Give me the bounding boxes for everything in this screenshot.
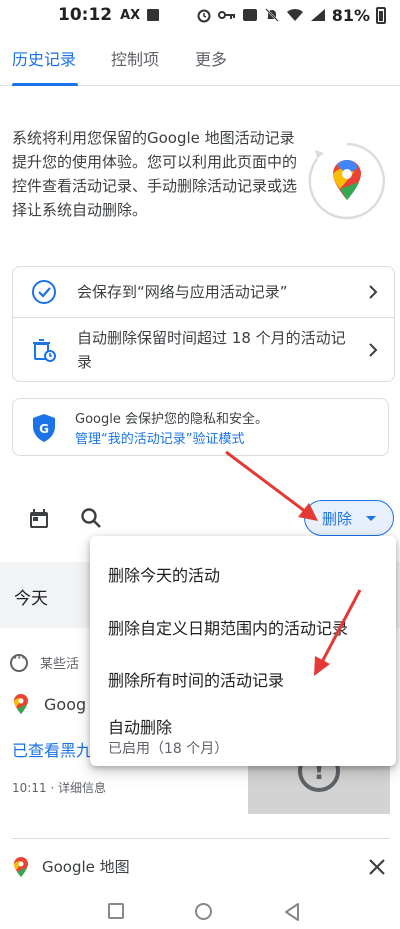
privacy-text: Google 会保护您的隐私和安全。 [75, 412, 268, 427]
volte-icon [242, 9, 257, 21]
today-label: 今天 [14, 589, 48, 609]
status-time: 10:12 [58, 5, 113, 25]
auto-delete-row[interactable]: 自动删除保留时间超过 18 个月的活动记录 [13, 318, 394, 382]
activity-group-header: 某些活 [10, 651, 80, 672]
web-app-activity-label: 会保存到“网络与应用活动记录” [77, 283, 288, 301]
delete-today-item[interactable]: 删除今天的活动 [108, 562, 220, 586]
activity-group-label: 某些活 [40, 657, 80, 672]
mute-icon [264, 8, 279, 22]
maps-activity-row: Google 地图 [14, 856, 130, 877]
delete-dropdown-button[interactable]: 删除 [304, 500, 394, 536]
auto-delete-icon [33, 339, 56, 362]
battery-icon [376, 6, 386, 24]
maps-pin-icon [14, 694, 28, 714]
svg-text:G: G [39, 422, 49, 436]
annotation-arrow-to-delete [225, 450, 307, 514]
chevron-right-icon [369, 343, 378, 357]
web-app-activity-row[interactable]: 会保存到“网络与应用活动记录” [13, 267, 394, 317]
home-button[interactable] [195, 903, 212, 920]
auto-delete-item[interactable]: 自动删除 [108, 714, 172, 738]
manage-verification-link[interactable]: 管理“我的活动记录”验证模式 [75, 428, 244, 447]
google-shield-icon: G [33, 414, 55, 442]
calendar-icon[interactable] [28, 508, 50, 530]
maps-pin-icon [14, 856, 28, 877]
activity-time-details[interactable]: 10:11 · 详细信息 [12, 779, 106, 796]
settings-card: 会保存到“网络与应用活动记录” 自动删除保留时间超过 18 个月的活动记录 [12, 266, 395, 382]
key-icon [217, 11, 235, 19]
status-bar: 10:12 AX 81% [0, 0, 400, 30]
chevron-right-icon [369, 285, 378, 299]
signal-icon [310, 9, 325, 21]
recents-button[interactable] [108, 903, 124, 919]
back-button[interactable] [283, 902, 301, 922]
tab-controls[interactable]: 控制项 [111, 46, 159, 70]
activity-app-row: Goog [14, 694, 86, 714]
delete-all-time-item[interactable]: 删除所有时间的活动记录 [108, 667, 284, 691]
active-tab-indicator [12, 83, 78, 86]
wifi-icon [286, 8, 303, 21]
tab-history[interactable]: 历史记录 [12, 46, 76, 70]
activity-link[interactable]: 已查看黑九 [12, 737, 92, 761]
activity-app-name: Goog [44, 694, 87, 714]
check-circle-icon [32, 280, 56, 304]
maps-history-illustration [308, 142, 385, 220]
close-icon[interactable] [368, 858, 386, 876]
maps-activity-label: Google 地图 [42, 858, 130, 876]
caret-down-icon [366, 516, 376, 521]
privacy-card: G Google 会保护您的隐私和安全。 管理“我的活动记录”验证模式 [12, 398, 389, 456]
more-circle-icon [10, 651, 28, 672]
delete-button-label: 删除 [322, 509, 353, 528]
search-icon[interactable] [80, 507, 102, 529]
alarm-icon [197, 9, 211, 23]
tab-more[interactable]: 更多 [195, 46, 227, 70]
list-divider [12, 838, 390, 839]
delete-menu: 删除今天的活动 删除自定义日期范围内的活动记录 删除所有时间的活动记录 自动删除… [90, 536, 396, 766]
auto-delete-status: 已启用（18 个月） [108, 741, 229, 757]
status-icons: 81% [196, 6, 386, 25]
tab-bar: 历史记录 控制项 更多 [0, 30, 400, 86]
auto-delete-label: 自动删除保留时间超过 18 个月的活动记录 [77, 329, 346, 371]
intro-text: 系统将利用您保留的Google 地图活动记录提升您的使用体验。您可以利用此页面中… [12, 129, 298, 219]
battery-percent: 81% [331, 5, 370, 25]
image-notification-icon [147, 9, 160, 21]
delete-custom-range-item[interactable]: 删除自定义日期范围内的活动记录 [108, 615, 348, 639]
system-nav-bar [0, 895, 400, 929]
carrier-label: AX [120, 7, 141, 23]
